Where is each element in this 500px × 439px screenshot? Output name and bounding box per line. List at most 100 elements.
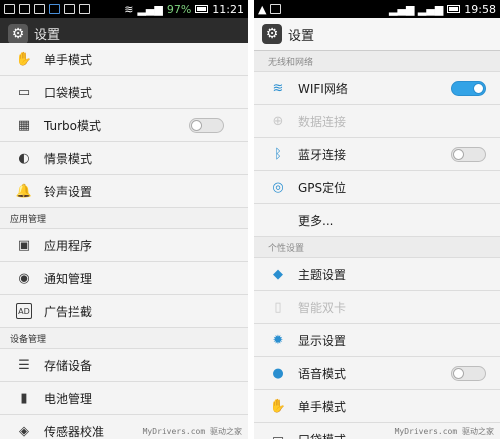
settings-item-label: Turbo模式 [44, 118, 102, 133]
settings-item[interactable]: ▦ Turbo模式 [0, 109, 248, 142]
settings-item[interactable]: ᛒ 蓝牙连接 [254, 138, 500, 171]
mic-icon: ● [272, 365, 284, 381]
settings-gear-icon: ⚙ [262, 24, 282, 44]
settings-item: ▯ 智能双卡 [254, 291, 500, 324]
settings-item-label: 电池管理 [44, 391, 93, 406]
clock: 19:58 [464, 2, 496, 16]
wifi-icon: ≋ [272, 80, 284, 96]
left-phone-screen: ≋ ▂▄▆ 97% 11:21 ⚙ 设置 ✋ 单手模式 ▭ 口袋模式 ▦ Turbo模式 ◐… [0, 0, 248, 439]
settings-item: ⊕ 数据连接 [254, 105, 500, 138]
section-header: 无线和网络 [254, 51, 500, 72]
page-title: 设置 [288, 28, 315, 44]
bell-icon: 🔔 [15, 183, 33, 199]
status-bar: ≋ ▂▄▆ 97% 11:21 [0, 0, 248, 18]
settings-item-label: 口袋模式 [298, 431, 346, 439]
settings-item-label: 语音模式 [298, 366, 347, 381]
signal-icon: ▂▄▆ ▂▄▆ [389, 2, 444, 16]
battery-icon [195, 5, 209, 13]
ad-block-icon: AD [16, 303, 32, 319]
image-icon [270, 4, 282, 14]
section-header: 应用管理 [0, 208, 248, 229]
sensor-icon: ◈ [19, 423, 29, 439]
settings-item-label: 蓝牙连接 [298, 147, 347, 162]
settings-item-label: 铃声设置 [44, 184, 93, 199]
hand-icon: ✋ [269, 398, 287, 414]
settings-item-label: 智能双卡 [298, 300, 347, 315]
settings-item[interactable]: ✹ 显示设置 [254, 324, 500, 357]
apps-icon: ▣ [17, 237, 31, 253]
settings-item-label: 显示设置 [298, 333, 347, 348]
settings-item-label: 主题设置 [298, 267, 347, 282]
settings-item[interactable]: ✋ 单手模式 [0, 43, 248, 76]
settings-item[interactable]: ● 语音模式 [254, 357, 500, 390]
data-icon: ⊕ [272, 113, 284, 129]
settings-item-label: 广告拦截 [44, 304, 93, 319]
app-icon [49, 4, 60, 14]
storage-icon: ☰ [18, 357, 30, 373]
battery-icon: ▮ [20, 390, 28, 406]
settings-item[interactable]: ◐ 情景模式 [0, 142, 248, 175]
right-phone-screen: ▲ ▂▄▆ ▂▄▆ 19:58 ⚙ 设置 无线和网络 ≋ WIFI网络 ⊕ 数据连接 ᛒ 蓝… [254, 0, 500, 439]
signal-icon: ▂▄▆ [137, 2, 163, 16]
watermark: MyDrivers.com 驱动之家 [394, 427, 494, 436]
dual-sim-icon: ▯ [274, 299, 282, 315]
toggle-switch[interactable] [451, 147, 486, 162]
toggle-knob [191, 120, 202, 131]
toggle-knob [473, 83, 484, 94]
gps-icon: ◎ [272, 179, 284, 195]
settings-item-label: 数据连接 [298, 114, 347, 129]
pocket-icon: ▭ [17, 84, 31, 100]
settings-item[interactable]: ✋ 单手模式 [254, 390, 500, 423]
settings-item-label: 口袋模式 [44, 85, 93, 100]
theme-icon: ◆ [273, 266, 283, 282]
settings-item-label: 应用程序 [44, 238, 93, 253]
settings-item[interactable]: AD 广告拦截 [0, 295, 248, 328]
scene-icon: ◐ [18, 150, 30, 166]
settings-item[interactable]: ☰ 存储设备 [0, 349, 248, 382]
toggle-knob [453, 149, 464, 160]
toggle-switch[interactable] [451, 81, 486, 96]
settings-item[interactable]: ▭ 口袋模式 [0, 76, 248, 109]
settings-item[interactable]: 更多... [254, 204, 500, 237]
status-bar: ▲ ▂▄▆ ▂▄▆ 19:58 [254, 0, 500, 18]
bluetooth-icon: ᛒ [274, 146, 282, 162]
settings-item-label: 通知管理 [44, 271, 93, 286]
settings-list: ✋ 单手模式 ▭ 口袋模式 ▦ Turbo模式 ◐ 情景模式 🔔 铃声设置应用管理 ▣ 应用程序 ◉ 通知… [0, 43, 248, 439]
toggle-switch[interactable] [451, 366, 486, 381]
settings-item[interactable]: ◎ GPS定位 [254, 171, 500, 204]
watermark: MyDrivers.com 驱动之家 [142, 427, 242, 436]
settings-list: 无线和网络 ≋ WIFI网络 ⊕ 数据连接 ᛒ 蓝牙连接 ◎ GPS定位更多... 个性设置 ◆ 主题… [254, 51, 500, 439]
section-header: 设备管理 [0, 328, 248, 349]
battery-icon [447, 5, 461, 13]
settings-item-label: 情景模式 [44, 151, 93, 166]
settings-item-label: 传感器校准 [44, 424, 105, 439]
notification-icon [4, 4, 15, 14]
section-header: 个性设置 [254, 237, 500, 258]
settings-gear-icon: ⚙ [8, 23, 28, 44]
settings-item-label: GPS定位 [298, 180, 347, 195]
clock: 11:21 [212, 2, 244, 16]
settings-item-label: 单手模式 [298, 399, 347, 414]
android-icon [79, 4, 90, 14]
page-title: 设置 [34, 28, 61, 43]
blank-icon [270, 212, 286, 228]
display-icon: ✹ [272, 332, 284, 348]
image-icon [64, 4, 75, 14]
settings-item-label: WIFI网络 [298, 81, 348, 96]
battery-percent: 97% [166, 2, 192, 16]
wifi-status-icon: ≋ [124, 2, 134, 16]
settings-item[interactable]: ▮ 电池管理 [0, 382, 248, 415]
settings-item[interactable]: ≋ WIFI网络 [254, 72, 500, 105]
settings-item-label: 存储设备 [44, 358, 93, 373]
hand-icon: ✋ [15, 51, 33, 67]
title-bar: ⚙ 设置 [254, 18, 500, 51]
warning-icon: ▲ [258, 2, 267, 16]
pocket-icon: ▭ [271, 431, 285, 439]
settings-item[interactable]: ▣ 应用程序 [0, 229, 248, 262]
toggle-switch[interactable] [189, 118, 224, 133]
settings-item[interactable]: 🔔 铃声设置 [0, 175, 248, 208]
settings-item[interactable]: ◉ 通知管理 [0, 262, 248, 295]
notification-icon: ◉ [18, 270, 30, 286]
settings-item-label: 更多... [298, 213, 334, 228]
settings-item[interactable]: ◆ 主题设置 [254, 258, 500, 291]
